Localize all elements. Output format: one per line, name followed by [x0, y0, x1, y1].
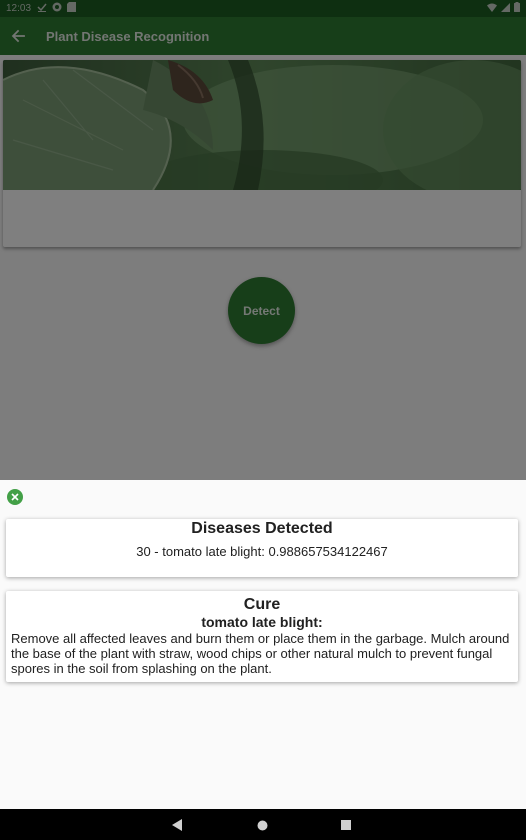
nav-home-icon[interactable] — [255, 818, 269, 832]
close-circle-icon[interactable] — [7, 489, 23, 505]
battery-icon — [514, 2, 520, 15]
diseases-detected-heading: Diseases Detected — [191, 520, 333, 537]
status-time: 12:03 — [6, 3, 32, 14]
wifi-icon — [487, 3, 497, 15]
detection-result: 30 - tomato late blight: 0.9886575341224… — [136, 544, 388, 559]
app-screen: 12:03 Plant Disease Recognition Detect D… — [0, 0, 526, 840]
arrow-back-icon[interactable] — [0, 17, 36, 55]
cure-card: Cure tomato late blight: Remove all affe… — [6, 591, 518, 682]
status-right-icons — [487, 2, 520, 15]
cure-disease-name: tomato late blight: — [201, 614, 323, 630]
detect-button[interactable]: Detect — [228, 277, 295, 344]
diseases-detected-card: Diseases Detected 30 - tomato late bligh… — [6, 519, 518, 577]
status-bar: 12:03 — [0, 0, 526, 17]
cure-heading: Cure — [243, 596, 281, 613]
result-bottom-sheet: Diseases Detected 30 - tomato late bligh… — [0, 481, 526, 809]
nav-back-icon[interactable] — [170, 818, 184, 832]
app-title: Plant Disease Recognition — [46, 28, 210, 44]
app-bar: Plant Disease Recognition — [0, 17, 526, 55]
cure-text: Remove all affected leaves and burn them… — [11, 631, 510, 676]
navigation-bar — [0, 809, 526, 840]
leaf-photo — [3, 60, 521, 190]
nav-recents-icon[interactable] — [339, 818, 353, 832]
sd-card-icon — [67, 2, 77, 15]
signal-icon — [501, 2, 510, 15]
image-card — [3, 60, 521, 247]
app-notification-icon — [52, 2, 62, 15]
download-done-icon — [37, 2, 47, 15]
